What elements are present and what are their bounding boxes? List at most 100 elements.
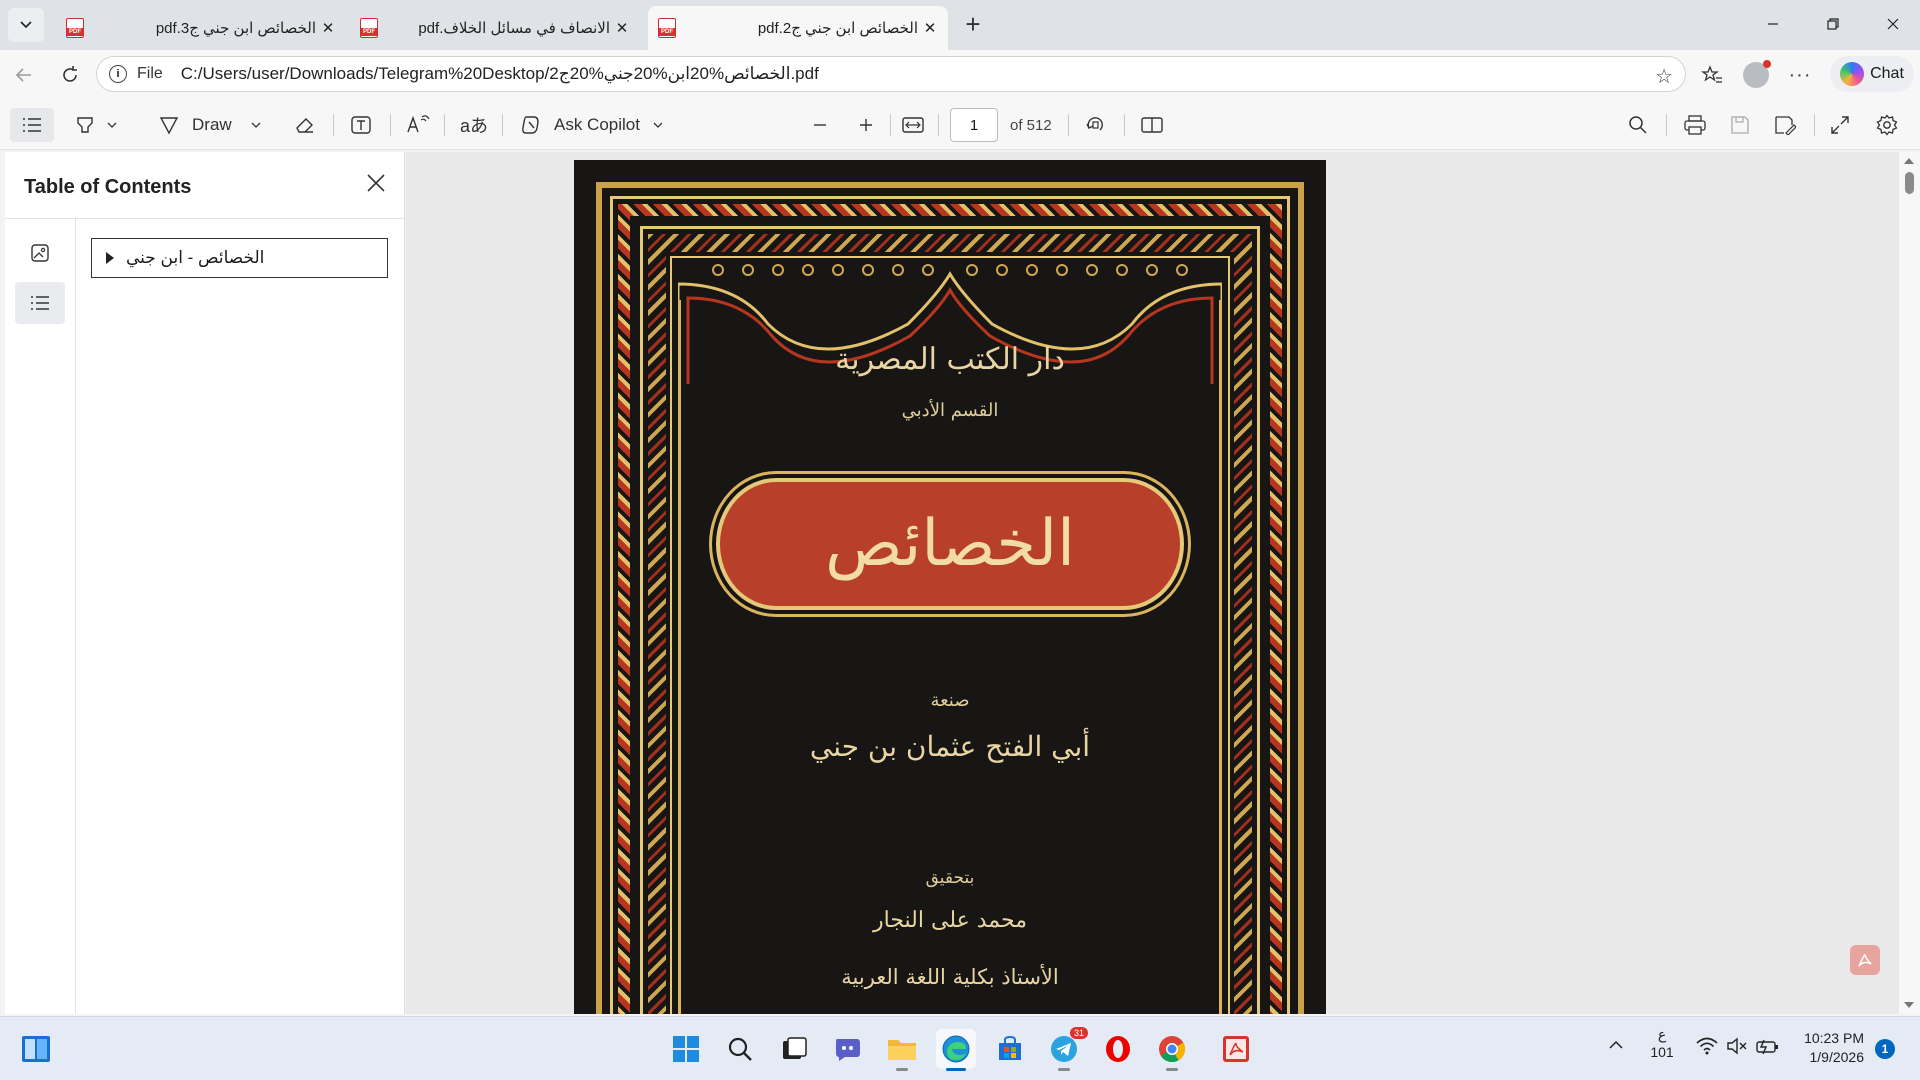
clock[interactable]: 10:23 PM 1/9/2026 [1790, 1029, 1864, 1067]
clock-time: 10:23 PM [1804, 1030, 1864, 1046]
taskbar-opera[interactable] [1098, 1029, 1138, 1069]
show-hidden-icons-button[interactable] [1608, 1037, 1624, 1053]
chat-label: Chat [1870, 65, 1904, 82]
taskbar-task-view[interactable] [774, 1029, 814, 1069]
tab-item[interactable]: الانصاف في مسائل الخلاف.pdf ✕ [350, 6, 640, 50]
refresh-icon [63, 66, 77, 82]
widgets-button[interactable] [16, 1029, 56, 1069]
zoom-out-button[interactable] [812, 108, 828, 142]
notification-count-badge[interactable]: 1 [1875, 1039, 1895, 1059]
url-text[interactable]: C:/Users/user/Downloads/Telegram%20Deskt… [181, 64, 819, 84]
erase-button[interactable] [294, 108, 316, 142]
taskbar-file-explorer[interactable] [882, 1029, 922, 1071]
profile-button[interactable] [1740, 59, 1772, 91]
tab-item[interactable]: الخصائص ابن جني ج3.pdf ✕ [56, 6, 346, 50]
clock-date: 1/9/2026 [1809, 1049, 1865, 1065]
read-aloud-button[interactable] [406, 108, 430, 142]
tab-close-icon[interactable]: ✕ [922, 19, 938, 37]
eraser-icon [296, 118, 313, 133]
translate-button[interactable]: aあ [460, 108, 488, 142]
settings-button[interactable] [1876, 108, 1898, 142]
chevron-up-icon [1609, 1040, 1623, 1049]
editor-name: محمد على النجار [873, 908, 1027, 933]
pdf-page: دار الكتب المصرية القسم الأدبي الخصائص ص… [574, 160, 1326, 1014]
minus-icon [814, 124, 826, 126]
minimize-button[interactable] [1750, 8, 1796, 40]
panel-close-button[interactable] [360, 168, 392, 200]
tab-close-icon[interactable]: ✕ [614, 19, 630, 37]
favorites-button[interactable] [1696, 59, 1728, 91]
close-window-button[interactable] [1870, 8, 1916, 40]
panel-title: Table of Contents [24, 176, 192, 198]
highlight-button[interactable] [74, 108, 118, 142]
volume-muted-icon[interactable] [1726, 1037, 1748, 1058]
taskbar-acrobat[interactable] [1216, 1029, 1256, 1069]
language-script: ع [1657, 1026, 1667, 1042]
taskbar-search[interactable] [720, 1029, 760, 1069]
back-button[interactable] [8, 59, 40, 91]
new-tab-button[interactable]: + [958, 10, 988, 40]
two-page-icon [1141, 117, 1163, 133]
chevron-down-icon [107, 122, 117, 128]
chrome-icon [1159, 1036, 1186, 1063]
scroll-down-arrow-icon[interactable] [1904, 1002, 1914, 1008]
save-icon [1731, 116, 1749, 134]
contents-panel: Table of Contents الخصائص - ابن جني [5, 152, 405, 1014]
rotate-button[interactable] [1084, 108, 1106, 142]
rotate-icon [1086, 117, 1103, 131]
copilot-chat-button[interactable]: Chat [1830, 56, 1914, 92]
network-icon[interactable] [1696, 1037, 1718, 1058]
acrobat-icon[interactable] [1850, 945, 1880, 975]
tab-close-icon[interactable]: ✕ [320, 19, 336, 37]
address-field[interactable]: i File C:/Users/user/Downloads/Telegram%… [96, 56, 1686, 92]
ask-copilot-button[interactable]: Ask Copilot [520, 108, 664, 142]
chevron-down-icon [653, 122, 663, 128]
toc-item[interactable]: الخصائص - ابن جني [91, 238, 388, 278]
windows-logo-icon [673, 1036, 699, 1062]
contents-toggle-button[interactable] [10, 108, 54, 142]
division-text: القسم الأدبي [901, 400, 999, 421]
scroll-up-arrow-icon[interactable] [1904, 158, 1914, 164]
site-info-icon[interactable]: i [109, 65, 127, 83]
chevron-down-icon [251, 122, 261, 128]
taskbar-chat[interactable] [828, 1029, 868, 1069]
input-language[interactable]: ع 101 [1650, 1025, 1674, 1061]
draw-button[interactable]: Draw [158, 108, 262, 142]
editor-label: بتحقيق [925, 868, 975, 888]
expand-arrow-icon[interactable] [106, 252, 114, 264]
by-label: صنعة [930, 690, 970, 711]
tab-actions-button[interactable] [8, 8, 44, 42]
taskbar-telegram[interactable]: 31 [1044, 1027, 1088, 1071]
tab-title: الانصاف في مسائل الخلاف.pdf [418, 20, 610, 37]
vertical-scrollbar[interactable] [1899, 152, 1920, 1014]
ask-copilot-label: Ask Copilot [554, 115, 640, 134]
language-code: 101 [1650, 1044, 1674, 1060]
save-button[interactable] [1730, 108, 1750, 142]
add-text-button[interactable] [350, 108, 372, 142]
scroll-thumb[interactable] [1905, 172, 1914, 194]
refresh-button[interactable] [54, 59, 86, 91]
notification-badge: 31 [1069, 1027, 1088, 1039]
page-view-button[interactable] [1140, 108, 1164, 142]
restore-button[interactable] [1810, 8, 1856, 40]
outline-tab[interactable] [15, 282, 65, 324]
save-as-button[interactable] [1774, 108, 1796, 142]
zoom-in-button[interactable] [858, 108, 874, 142]
taskbar-chrome[interactable] [1152, 1029, 1192, 1071]
document-viewer[interactable]: دار الكتب المصرية القسم الأدبي الخصائص ص… [406, 152, 1899, 1014]
more-menu-button[interactable]: ··· [1784, 59, 1816, 91]
favorite-star-icon[interactable]: ☆ [1655, 64, 1673, 89]
avatar-icon [1743, 60, 1771, 88]
thumbnails-tab[interactable] [15, 232, 65, 274]
taskbar-start[interactable] [666, 1029, 706, 1069]
taskbar-edge[interactable] [936, 1029, 976, 1071]
find-button[interactable] [1628, 108, 1648, 142]
print-button[interactable] [1684, 108, 1706, 142]
fullscreen-button[interactable] [1830, 108, 1850, 142]
plus-icon [860, 119, 872, 131]
taskbar-store[interactable] [990, 1029, 1030, 1069]
tab-item-active[interactable]: الخصائص ابن جني ج2.pdf ✕ [648, 6, 948, 50]
battery-icon[interactable] [1756, 1037, 1780, 1058]
page-number-input[interactable]: 1 [950, 108, 998, 142]
fit-width-button[interactable] [902, 108, 924, 142]
